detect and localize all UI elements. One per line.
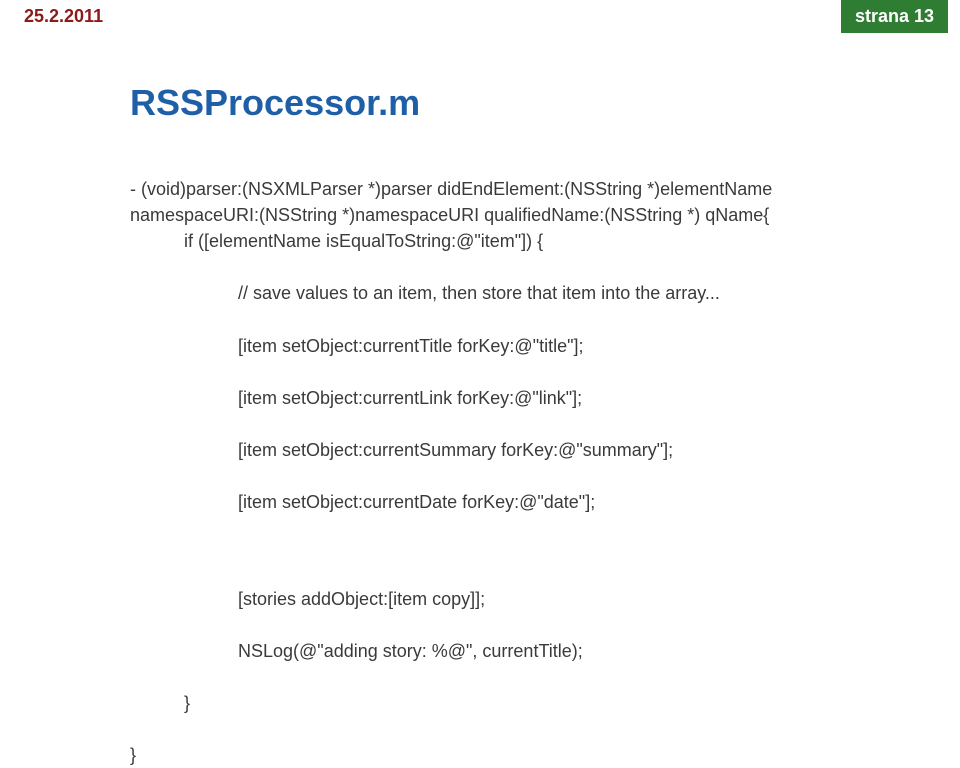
blank-line [130, 541, 900, 559]
code-line: NSLog(@"adding story: %@", currentTitle)… [130, 638, 900, 664]
slide-header: 25.2.2011 strana 13 [0, 0, 960, 36]
code-line: } [130, 745, 136, 765]
code-line: [item setObject:currentTitle forKey:@"ti… [130, 333, 900, 359]
code-block: - (void)parser:(NSXMLParser *)parser did… [130, 150, 900, 768]
code-line: } [130, 690, 900, 716]
code-line: [item setObject:currentDate forKey:@"dat… [130, 489, 900, 515]
page-number-badge: strana 13 [841, 0, 948, 33]
header-date: 25.2.2011 [24, 6, 103, 27]
code-line: [item setObject:currentLink forKey:@"lin… [130, 385, 900, 411]
slide-title: RSSProcessor.m [130, 82, 420, 124]
code-line: // save values to an item, then store th… [130, 280, 900, 306]
code-line: - (void)parser:(NSXMLParser *)parser did… [130, 179, 777, 225]
code-line: if ([elementName isEqualToString:@"item"… [130, 228, 900, 254]
code-line: [item setObject:currentSummary forKey:@"… [130, 437, 900, 463]
code-line: [stories addObject:[item copy]]; [130, 586, 900, 612]
